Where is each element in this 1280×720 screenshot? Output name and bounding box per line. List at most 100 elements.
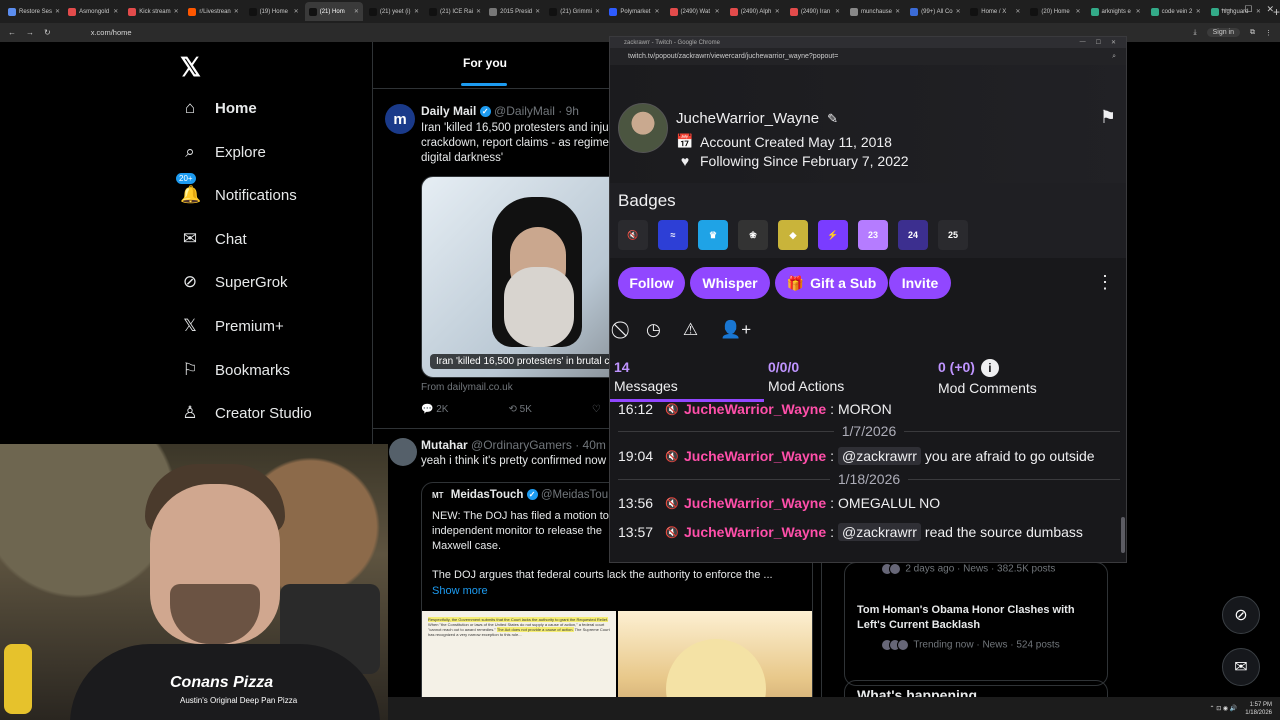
info-icon[interactable]: i	[980, 359, 999, 378]
browser-tab[interactable]: (21) Grimmi ✕	[545, 2, 603, 21]
repost-button[interactable]: ⟲ 5K	[508, 404, 531, 415]
browser-tab[interactable]: (99+) All Co ✕	[906, 2, 964, 21]
tab-messages[interactable]: 14 Messages	[614, 359, 678, 394]
nav-item-creator-studio[interactable]: ♙ Creator Studio	[180, 403, 311, 423]
clock[interactable]: 1:57 PM 1/18/2026	[1245, 701, 1272, 717]
message-username[interactable]: JucheWarrior_Wayne	[684, 401, 826, 417]
browser-tab[interactable]: Asmongold ✕	[64, 2, 122, 21]
avatar[interactable]: m	[385, 104, 415, 134]
nav-item-premium[interactable]: 𝕏 Premium+	[180, 316, 284, 336]
close-tab-icon[interactable]: ✕	[1136, 8, 1141, 15]
close-tab-icon[interactable]: ✕	[835, 8, 840, 15]
nav-item-explore[interactable]: ⌕ Explore	[180, 142, 266, 162]
browser-tab[interactable]: (19) Home ✕	[245, 2, 303, 21]
tweet-author[interactable]: Daily Mail ✓ @DailyMail · 9h	[421, 104, 579, 118]
nav-item-bookmarks[interactable]: ⚐ Bookmarks	[180, 360, 290, 380]
timeout-icon[interactable]: ◷	[646, 320, 661, 340]
messages-icon[interactable]: ✉	[1222, 648, 1260, 686]
tab-mod-comments[interactable]: 0 (+0) i Mod Comments	[938, 359, 1037, 396]
chat-badge-icon[interactable]: 24	[898, 220, 928, 250]
nav-item-notifications[interactable]: 🔔 Notifications	[180, 185, 297, 205]
close-tab-icon[interactable]: ✕	[895, 8, 900, 15]
x-logo-icon[interactable]: 𝕏	[180, 52, 201, 83]
nav-item-supergrok[interactable]: ⊘ SuperGrok	[180, 272, 288, 292]
message-username[interactable]: JucheWarrior_Wayne	[684, 448, 826, 464]
tray-icons[interactable]: ⌃ ⊡ ◉ 🔊	[1210, 705, 1238, 712]
popout-url[interactable]: twitch.tv/popout/zackrawrr/viewercard/ju…	[628, 53, 838, 60]
browser-tab[interactable]: (2490) Wat ✕	[666, 2, 724, 21]
flag-icon[interactable]: ⚑	[1100, 107, 1116, 128]
close-tab-icon[interactable]: ✕	[294, 8, 299, 15]
close-tab-icon[interactable]: ✕	[414, 8, 419, 15]
chat-badge-icon[interactable]: 23	[858, 220, 888, 250]
minimize-icon[interactable]: —	[1080, 39, 1086, 46]
message-username[interactable]: JucheWarrior_Wayne	[684, 524, 826, 540]
browser-tab[interactable]: (20) Home ✕	[1026, 2, 1084, 21]
browser-tab[interactable]: arknights e ✕	[1087, 2, 1145, 21]
close-tab-icon[interactable]: ✕	[775, 8, 780, 15]
browser-tab[interactable]: (21) Hom ✕	[304, 2, 363, 21]
nav-item-chat[interactable]: ✉ Chat	[180, 229, 247, 249]
more-options-icon[interactable]: ⋮	[1096, 272, 1114, 293]
message-mention[interactable]: @zackrawrr	[838, 447, 921, 465]
browser-tab[interactable]: Polymarket ✕	[605, 2, 663, 21]
new-tab-icon[interactable]: +	[1273, 5, 1280, 19]
scrollbar[interactable]	[1121, 517, 1125, 553]
close-icon[interactable]: ✕	[1111, 39, 1116, 46]
chat-badge-icon[interactable]: ♛	[698, 220, 728, 250]
close-tab-icon[interactable]: ✕	[535, 8, 540, 15]
pencil-icon[interactable]: ✎	[827, 111, 838, 126]
download-icon[interactable]: ⤓	[1193, 29, 1196, 37]
minimize-icon[interactable]: —	[1221, 4, 1230, 15]
forward-icon[interactable]: →	[26, 28, 34, 37]
chat-badge-icon[interactable]: 🔇	[618, 220, 648, 250]
tweet-author[interactable]: Mutahar @OrdinaryGamers · 40m	[421, 438, 606, 452]
like-icon[interactable]: ♡	[592, 404, 601, 415]
message-mention[interactable]: @zackrawrr	[838, 523, 921, 541]
link-source[interactable]: From dailymail.co.uk	[421, 382, 513, 393]
invite-button[interactable]: Invite	[889, 267, 951, 299]
gift-sub-button[interactable]: 🎁 Gift a Sub	[775, 267, 888, 299]
avatar[interactable]	[389, 438, 417, 466]
viewer-username[interactable]: JucheWarrior_Wayne ✎	[676, 110, 838, 127]
chat-badge-icon[interactable]: ◆	[778, 220, 808, 250]
menu-icon[interactable]: ⋮	[1265, 29, 1272, 37]
browser-tab[interactable]: code vein 2 ✕	[1147, 2, 1205, 21]
profile-avatar[interactable]	[618, 103, 668, 153]
chat-badge-icon[interactable]: 25	[938, 220, 968, 250]
trend-title[interactable]: Tom Homan's Obama Honor Clashes with Lef…	[857, 603, 1097, 633]
whisper-button[interactable]: Whisper	[690, 267, 770, 299]
message-username[interactable]: JucheWarrior_Wayne	[684, 495, 826, 511]
url-field[interactable]: x.com/home	[91, 28, 132, 37]
nav-item-home[interactable]: ⌂ Home	[180, 98, 257, 118]
search-icon[interactable]: ⌕	[1112, 53, 1116, 61]
add-mod-icon[interactable]: 👤+	[720, 320, 751, 340]
extensions-icon[interactable]: ⧉	[1250, 29, 1255, 37]
browser-tab[interactable]: Kick stream ✕	[124, 2, 182, 21]
browser-tab[interactable]: (2490) Iran ✕	[786, 2, 844, 21]
close-tab-icon[interactable]: ✕	[655, 8, 660, 15]
browser-tab[interactable]: 2015 Presid ✕	[485, 2, 543, 21]
sign-in-button[interactable]: Sign in	[1206, 28, 1240, 37]
browser-tab[interactable]: (2490) Alph ✕	[726, 2, 784, 21]
tab-for-you[interactable]: For you	[463, 56, 507, 70]
browser-tab[interactable]: (21) ICE Rai ✕	[425, 2, 483, 21]
close-tab-icon[interactable]: ✕	[956, 8, 961, 15]
maximize-icon[interactable]: ☐	[1096, 39, 1101, 46]
warning-icon[interactable]: ⚠	[683, 320, 698, 340]
chat-badge-icon[interactable]: ⚡	[818, 220, 848, 250]
browser-tab[interactable]: Restore Ses ✕	[4, 2, 62, 21]
browser-tab[interactable]: munchause ✕	[846, 2, 904, 21]
close-tab-icon[interactable]: ✕	[55, 8, 60, 15]
close-tab-icon[interactable]: ✕	[1076, 8, 1081, 15]
chat-badge-icon[interactable]: ❀	[738, 220, 768, 250]
close-tab-icon[interactable]: ✕	[1015, 8, 1020, 15]
browser-tab[interactable]: (21) yeet (i) ✕	[365, 2, 423, 21]
close-tab-icon[interactable]: ✕	[715, 8, 720, 15]
close-icon[interactable]: ✕	[1266, 4, 1274, 15]
back-icon[interactable]: ←	[8, 28, 16, 37]
close-tab-icon[interactable]: ✕	[234, 8, 239, 15]
chat-badge-icon[interactable]: ≈	[658, 220, 688, 250]
close-tab-icon[interactable]: ✕	[113, 8, 118, 15]
close-tab-icon[interactable]: ✕	[174, 8, 179, 15]
